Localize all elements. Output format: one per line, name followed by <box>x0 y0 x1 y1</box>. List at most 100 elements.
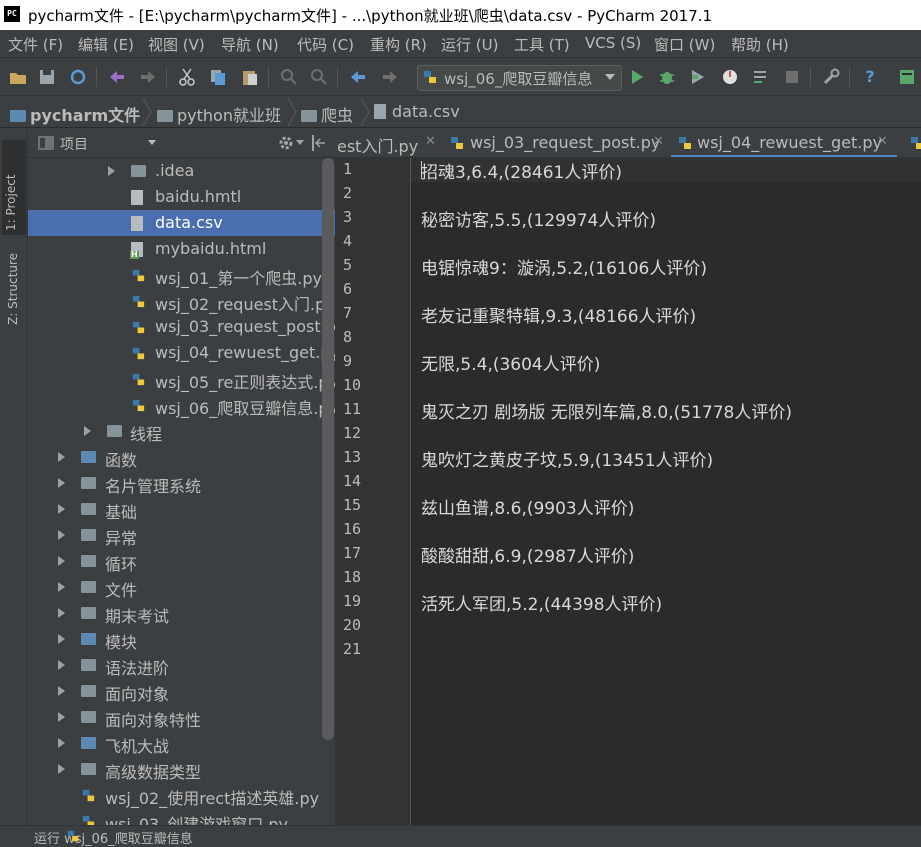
menu-edit[interactable]: 编辑 (E) <box>78 34 134 55</box>
code-line[interactable]: 鬼吹灯之黄皮子坟,5.9,(13451人评价) <box>421 446 713 471</box>
expand-arrow-icon[interactable] <box>58 452 65 462</box>
expand-arrow-icon[interactable] <box>58 556 65 566</box>
menu-code[interactable]: 代码 (C) <box>297 34 354 55</box>
open-icon[interactable] <box>8 67 28 87</box>
cut-icon[interactable] <box>177 67 197 87</box>
tree-item[interactable]: 语法进阶 <box>28 652 335 678</box>
menu-help[interactable]: 帮助 (H) <box>731 34 789 55</box>
tree-item[interactable]: 高级数据类型 <box>28 756 335 782</box>
replace-icon[interactable] <box>309 67 329 87</box>
code-line[interactable]: 无限,5.4,(3604人评价) <box>421 350 600 375</box>
expand-arrow-icon[interactable] <box>58 738 65 748</box>
tree-item[interactable]: 循环 <box>28 548 335 574</box>
tree-item[interactable]: wsj_05_re正则表达式.py <box>28 366 335 392</box>
tree-item[interactable]: 线程 <box>28 418 335 444</box>
gear-icon[interactable] <box>278 135 294 151</box>
tree-item[interactable]: 模块 <box>28 626 335 652</box>
back-icon[interactable] <box>348 67 368 87</box>
redo-icon[interactable] <box>138 67 158 87</box>
menu-navigate[interactable]: 导航 (N) <box>221 34 279 55</box>
find-icon[interactable] <box>279 67 299 87</box>
tree-item[interactable]: 面向对象 <box>28 678 335 704</box>
tree-item[interactable]: wsj_02_使用rect描述英雄.py <box>28 782 335 808</box>
close-icon[interactable]: ✕ <box>877 134 888 149</box>
tree-item[interactable]: mybaidu.html <box>28 236 335 262</box>
tree-item[interactable]: wsj_06_爬取豆瓣信息.py <box>28 392 335 418</box>
chevron-down-icon[interactable] <box>148 140 156 145</box>
debug-icon[interactable] <box>657 67 677 87</box>
save-icon[interactable] <box>37 67 57 87</box>
run-config-selector[interactable]: wsj_06_爬取豆瓣信息 <box>417 65 622 91</box>
tree-item[interactable]: wsj_03_request_post.py <box>28 314 335 340</box>
tree-item[interactable]: data.csv <box>28 210 335 236</box>
code-line[interactable]: 老友记重聚特辑,9.3,(48166人评价) <box>421 302 696 327</box>
expand-arrow-icon[interactable] <box>84 426 91 436</box>
tree-item[interactable]: 函数 <box>28 444 335 470</box>
tool-window-project-tab[interactable]: 1: Project <box>2 140 26 235</box>
tree-item[interactable]: baidu.hmtl <box>28 184 335 210</box>
tree-item[interactable]: wsj_02_request入门.py <box>28 288 335 314</box>
tool-window-structure-tab[interactable]: Z: Structure <box>6 253 20 325</box>
terminal-icon[interactable] <box>897 67 917 87</box>
profile-icon[interactable] <box>720 67 740 87</box>
expand-arrow-icon[interactable] <box>58 530 65 540</box>
menu-view[interactable]: 视图 (V) <box>148 34 205 55</box>
status-text[interactable]: 运行 wsj_06_爬取豆瓣信息 <box>34 828 193 847</box>
editor-tab-request-intro[interactable]: est入门.py ✕ <box>335 128 443 157</box>
expand-arrow-icon[interactable] <box>58 660 65 670</box>
tree-item[interactable]: 期末考试 <box>28 600 335 626</box>
breadcrumb-item-crawler[interactable]: 爬虫 <box>301 102 353 126</box>
stop-icon[interactable] <box>782 67 802 87</box>
menu-run[interactable]: 运行 (U) <box>441 34 498 55</box>
menu-file[interactable]: 文件 (F) <box>8 34 63 55</box>
breadcrumb-item-python[interactable]: python就业班 <box>157 102 281 126</box>
forward-icon[interactable] <box>380 67 400 87</box>
project-tree-scrollbar[interactable] <box>322 158 334 740</box>
expand-arrow-icon[interactable] <box>58 478 65 488</box>
tree-item[interactable]: wsj_04_rewuest_get.py <box>28 340 335 366</box>
tree-item[interactable]: wsj_01_第一个爬虫.py <box>28 262 335 288</box>
sync-icon[interactable] <box>68 67 88 87</box>
expand-arrow-icon[interactable] <box>58 764 65 774</box>
code-line[interactable]: 活死人军团,5.2,(44398人评价) <box>421 590 662 615</box>
code-line[interactable]: 兹山鱼谱,8.6,(9903人评价) <box>421 494 634 519</box>
help-icon[interactable]: ? <box>860 67 880 87</box>
run-icon[interactable] <box>627 67 647 87</box>
settings-icon[interactable] <box>821 67 841 87</box>
tree-item[interactable]: 基础 <box>28 496 335 522</box>
python-file-icon[interactable] <box>909 135 921 151</box>
expand-arrow-icon[interactable] <box>108 166 115 176</box>
expand-arrow-icon[interactable] <box>58 582 65 592</box>
build-icon[interactable] <box>751 67 771 87</box>
hide-panel-icon[interactable] <box>312 135 326 151</box>
tree-item[interactable]: 名片管理系统 <box>28 470 335 496</box>
editor-tab-request-post[interactable]: wsj_03_request_post.py ✕ <box>443 128 671 157</box>
tree-item[interactable]: .idea <box>28 158 335 184</box>
menu-window[interactable]: 窗口 (W) <box>654 34 715 55</box>
expand-arrow-icon[interactable] <box>58 634 65 644</box>
expand-arrow-icon[interactable] <box>58 686 65 696</box>
menu-refactor[interactable]: 重构 (R) <box>370 34 427 55</box>
code-line[interactable]: 招魂3,6.4,(28461人评价) <box>421 158 622 183</box>
close-icon[interactable]: ✕ <box>425 134 436 149</box>
expand-arrow-icon[interactable] <box>58 712 65 722</box>
expand-arrow-icon[interactable] <box>58 608 65 618</box>
tree-item[interactable]: wsj_03_创建游戏窗口.py <box>28 808 335 825</box>
gear-menu-chevron-icon[interactable] <box>296 140 304 146</box>
menu-tools[interactable]: 工具 (T) <box>514 34 570 55</box>
copy-icon[interactable] <box>208 67 228 87</box>
menu-vcs[interactable]: VCS (S) <box>585 34 641 52</box>
paste-icon[interactable] <box>240 67 260 87</box>
project-view-selector[interactable]: 项目 <box>60 134 88 154</box>
tree-item[interactable]: 文件 <box>28 574 335 600</box>
tree-item[interactable]: 异常 <box>28 522 335 548</box>
code-line[interactable]: 酸酸甜甜,6.9,(2987人评价) <box>421 542 634 567</box>
tree-item[interactable]: 面向对象特性 <box>28 704 335 730</box>
code-line[interactable]: 秘密访客,5.5,(129974人评价) <box>421 206 656 231</box>
undo-icon[interactable] <box>107 67 127 87</box>
tree-item[interactable]: 飞机大战 <box>28 730 335 756</box>
editor-tab-rewuest-get[interactable]: wsj_04_rewuest_get.py ✕ <box>671 128 897 157</box>
close-icon[interactable]: ✕ <box>653 134 664 149</box>
code-line[interactable]: 鬼灭之刃 剧场版 无限列车篇,8.0,(51778人评价) <box>421 398 792 423</box>
expand-arrow-icon[interactable] <box>58 504 65 514</box>
